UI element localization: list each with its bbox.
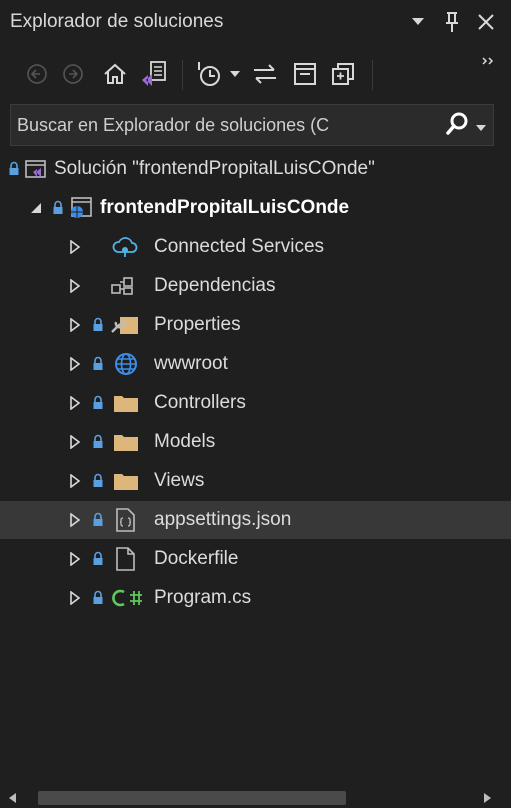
- lock-icon: [92, 501, 104, 539]
- search-options-dropdown-icon[interactable]: [475, 116, 487, 138]
- collapsed-chevron-icon[interactable]: [68, 423, 82, 461]
- tree-row-properties[interactable]: Properties: [0, 306, 511, 344]
- pending-changes-filter-icon[interactable]: [194, 58, 224, 90]
- scroll-right-icon[interactable]: [480, 790, 496, 806]
- collapsed-chevron-icon[interactable]: [68, 579, 82, 617]
- tree-row-controllers[interactable]: Controllers: [0, 384, 511, 422]
- dependencies-icon: [110, 267, 136, 305]
- folder-icon: [112, 462, 140, 500]
- connected-services-icon: [112, 228, 138, 266]
- search-box: [10, 104, 494, 146]
- lock-icon: [92, 306, 104, 344]
- dropdown-arrow-icon[interactable]: [407, 8, 429, 36]
- close-icon[interactable]: [475, 8, 497, 36]
- item-label: Program.cs: [154, 587, 252, 608]
- toolbar-separator: [372, 60, 373, 90]
- lock-icon: [52, 189, 64, 227]
- collapsed-chevron-icon[interactable]: [68, 306, 82, 344]
- item-label: Controllers: [154, 392, 246, 413]
- toolbar: [0, 50, 511, 102]
- collapsed-chevron-icon[interactable]: [68, 267, 82, 305]
- item-label: Connected Services: [154, 236, 325, 257]
- forward-icon[interactable]: [58, 58, 88, 90]
- tree-row-wwwroot[interactable]: wwwroot: [0, 345, 511, 383]
- collapse-all-icon[interactable]: [290, 58, 320, 90]
- filter-dropdown-icon[interactable]: [226, 58, 244, 90]
- home-icon[interactable]: [100, 58, 130, 90]
- pin-icon[interactable]: [441, 8, 463, 36]
- search-icon[interactable]: [445, 111, 471, 143]
- panel-title: Explorador de soluciones: [10, 11, 224, 32]
- lock-icon: [92, 579, 104, 617]
- tree-row-appsettings-json[interactable]: appsettings.json: [0, 501, 511, 539]
- folder-icon: [112, 423, 140, 461]
- scrollbar-thumb[interactable]: [38, 791, 346, 805]
- item-label: appsettings.json: [154, 509, 292, 530]
- solution-label: Solución "frontendPropitalLuisCOnde": [54, 158, 375, 179]
- item-label: Dockerfile: [154, 548, 239, 569]
- title-bar: Explorador de soluciones: [0, 0, 511, 48]
- lock-icon: [92, 540, 104, 578]
- collapsed-chevron-icon[interactable]: [68, 345, 82, 383]
- tree-row-dependencias[interactable]: Dependencias: [0, 267, 511, 305]
- horizontal-scrollbar[interactable]: [0, 788, 511, 808]
- item-label: Models: [154, 431, 216, 452]
- item-label: wwwroot: [154, 353, 228, 374]
- sync-with-active-document-icon[interactable]: [250, 58, 280, 90]
- tree-row-program-cs[interactable]: Program.cs: [0, 579, 511, 617]
- tree-row-models[interactable]: Models: [0, 423, 511, 461]
- back-icon[interactable]: [22, 58, 52, 90]
- lock-icon: [92, 345, 104, 383]
- item-label: Properties: [154, 314, 241, 335]
- file-icon: [114, 540, 136, 578]
- json-file-icon: [114, 501, 136, 539]
- search-input[interactable]: [17, 105, 433, 145]
- scroll-left-icon[interactable]: [4, 790, 20, 806]
- tree-row-dockerfile[interactable]: Dockerfile: [0, 540, 511, 578]
- collapsed-chevron-icon[interactable]: [68, 384, 82, 422]
- show-all-files-icon[interactable]: [328, 58, 358, 90]
- properties-icon: [110, 306, 140, 344]
- tree-row-solution[interactable]: Solución "frontendPropitalLuisCOnde": [0, 150, 511, 188]
- lock-icon: [8, 150, 20, 188]
- globe-icon: [114, 345, 138, 383]
- toolbar-overflow-icon[interactable]: [478, 52, 498, 70]
- expanded-chevron-icon[interactable]: [30, 189, 42, 227]
- lock-icon: [92, 462, 104, 500]
- tree-row-views[interactable]: Views: [0, 462, 511, 500]
- solution-icon: [24, 150, 48, 188]
- collapsed-chevron-icon[interactable]: [68, 228, 82, 266]
- collapsed-chevron-icon[interactable]: [68, 501, 82, 539]
- switch-views-icon[interactable]: [140, 58, 170, 90]
- tree-row-project[interactable]: frontendPropitalLuisCOnde: [0, 189, 511, 227]
- lock-icon: [92, 423, 104, 461]
- lock-icon: [92, 384, 104, 422]
- item-label: Dependencias: [154, 275, 276, 296]
- title-buttons: [407, 8, 497, 36]
- collapsed-chevron-icon[interactable]: [68, 462, 82, 500]
- web-project-icon: [68, 189, 94, 227]
- csharp-file-icon: [110, 579, 146, 617]
- item-label: Views: [154, 470, 205, 491]
- tree-row-connected-services[interactable]: Connected Services: [0, 228, 511, 266]
- collapsed-chevron-icon[interactable]: [68, 540, 82, 578]
- toolbar-separator: [182, 60, 183, 90]
- folder-icon: [112, 384, 140, 422]
- project-label: frontendPropitalLuisCOnde: [100, 197, 350, 218]
